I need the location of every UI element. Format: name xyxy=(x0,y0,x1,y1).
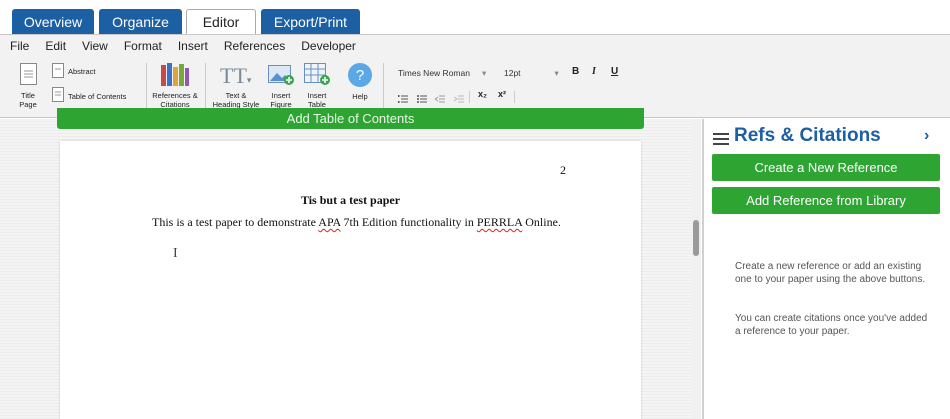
page-number: 2 xyxy=(560,163,566,177)
tab-label: Organize xyxy=(112,13,169,30)
font-family-select[interactable]: Times New Roman ▾ xyxy=(398,68,486,79)
create-reference-button[interactable]: Create a New Reference xyxy=(712,154,940,181)
spellcheck-word: PERRLA xyxy=(476,215,523,229)
font-family-value: Times New Roman xyxy=(398,68,470,78)
menu-view[interactable]: View xyxy=(82,39,108,53)
button-label: Create a New Reference xyxy=(754,160,898,175)
tab-export-print[interactable]: Export/Print xyxy=(261,9,360,34)
chevron-down-icon: ▾ xyxy=(481,68,487,78)
menu-insert[interactable]: Insert xyxy=(178,39,208,53)
chevron-right-icon[interactable]: › xyxy=(924,127,929,145)
tab-overview[interactable]: Overview xyxy=(12,9,94,34)
tab-label: Editor xyxy=(202,14,240,30)
title-page-icon[interactable] xyxy=(20,63,37,90)
button-label: Add Reference from Library xyxy=(746,193,906,208)
chevron-down-icon: ▾ xyxy=(554,68,559,78)
editor-scrollbar[interactable] xyxy=(692,119,701,419)
paper-body-text[interactable]: This is a test paper to demonstrate APA … xyxy=(152,215,561,230)
superscript-button[interactable]: x² xyxy=(498,89,506,99)
paper-page[interactable] xyxy=(60,141,641,419)
underline-button[interactable]: U xyxy=(611,66,618,77)
body-segment: This is a test paper to demonstrate xyxy=(152,215,319,229)
insert-table-button[interactable]: Insert Table xyxy=(303,91,331,109)
menu-format[interactable]: Format xyxy=(124,39,162,53)
paper-title[interactable]: Tis but a test paper xyxy=(60,193,641,208)
toolbar-separator xyxy=(205,63,206,111)
add-toc-label: Add Table of Contents xyxy=(286,111,415,126)
add-toc-button[interactable]: Add Table of Contents xyxy=(57,108,644,129)
tab-label: Overview xyxy=(23,13,83,30)
menu-bar: File Edit View Format Insert References … xyxy=(0,35,362,57)
add-from-library-button[interactable]: Add Reference from Library xyxy=(712,187,940,214)
menu-icon[interactable] xyxy=(713,133,729,145)
text-cursor-icon: I xyxy=(173,246,178,261)
numbered-list-icon[interactable] xyxy=(398,91,408,109)
menu-references[interactable]: References xyxy=(224,39,285,53)
panel-info-text: Create a new reference or add an existin… xyxy=(735,261,926,285)
table-icon[interactable] xyxy=(304,63,330,90)
toc-icon[interactable] xyxy=(52,87,64,107)
indent-icon[interactable] xyxy=(453,91,464,109)
scrollbar-thumb[interactable] xyxy=(693,220,699,256)
help-button[interactable]: Help xyxy=(349,92,371,101)
books-icon[interactable] xyxy=(160,63,190,92)
font-size-value: 12pt xyxy=(504,68,521,78)
body-segment: 7th Edition functionality in xyxy=(340,215,477,229)
tab-label: Export/Print xyxy=(273,13,348,30)
menu-developer[interactable]: Developer xyxy=(301,39,356,53)
image-icon[interactable] xyxy=(268,63,294,90)
toc-button[interactable]: Table of Contents xyxy=(68,92,126,101)
toolbar-separator xyxy=(383,63,384,111)
tab-organize[interactable]: Organize xyxy=(99,9,182,34)
abstract-button[interactable]: Abstract xyxy=(68,67,96,76)
toolbar-separator xyxy=(514,91,515,103)
insert-figure-button[interactable]: Insert Figure xyxy=(266,91,296,109)
text-style-icon[interactable]: TT▾ xyxy=(220,63,251,89)
bold-button[interactable]: B xyxy=(572,66,579,77)
spellcheck-word: APA xyxy=(318,215,341,229)
body-segment: Online. xyxy=(522,215,561,229)
panel-title: Refs & Citations xyxy=(734,125,881,146)
refs-citations-button[interactable]: References & Citations xyxy=(150,91,200,109)
menu-edit[interactable]: Edit xyxy=(45,39,66,53)
text-heading-button[interactable]: Text & Heading Style xyxy=(211,91,261,109)
bullet-list-icon[interactable] xyxy=(417,91,427,109)
svg-text:?: ? xyxy=(356,67,364,84)
italic-button[interactable]: I xyxy=(592,66,596,77)
help-icon[interactable]: ? xyxy=(347,62,373,93)
toolbar: File Edit View Format Insert References … xyxy=(0,34,950,118)
tab-bar: Overview Organize Editor Export/Print xyxy=(0,0,950,34)
subscript-button[interactable]: x₂ xyxy=(478,89,487,99)
tab-editor[interactable]: Editor xyxy=(186,9,256,34)
menu-file[interactable]: File xyxy=(10,39,29,53)
abstract-icon[interactable] xyxy=(52,63,64,83)
title-page-label[interactable]: Title Page xyxy=(14,91,42,109)
panel-info-text: You can create citations once you've add… xyxy=(735,313,928,337)
toolbar-separator xyxy=(469,91,470,103)
outdent-icon[interactable] xyxy=(434,91,445,109)
font-size-select[interactable]: 12pt ▾ xyxy=(504,68,559,79)
toolbar-separator xyxy=(146,63,147,111)
